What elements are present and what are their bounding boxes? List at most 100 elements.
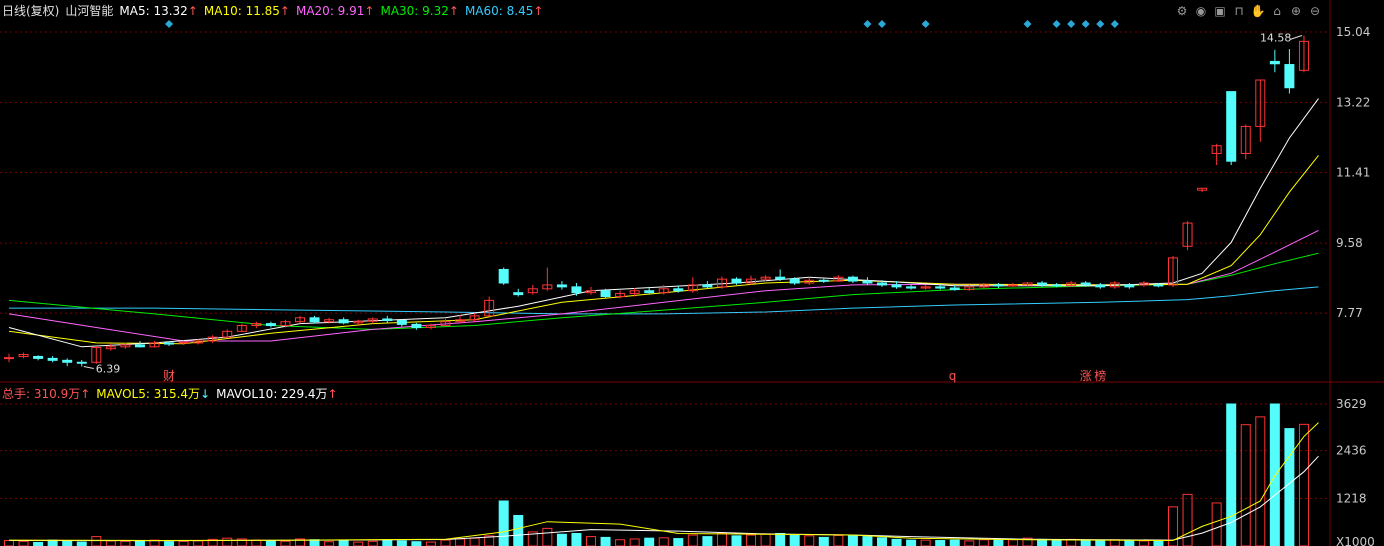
event-label: q xyxy=(949,369,957,383)
volume-bar xyxy=(1051,539,1062,546)
event-diamond-marker xyxy=(863,20,872,28)
volume-bar xyxy=(673,538,684,546)
volume-bar xyxy=(658,537,669,546)
candle-body xyxy=(1095,284,1106,288)
volume-bar xyxy=(935,540,946,546)
ma-legend-arrow: ↑ xyxy=(533,4,544,18)
volume-bar xyxy=(425,541,436,546)
volume-bar xyxy=(702,536,713,546)
volume-bar xyxy=(353,541,364,546)
volume-bar xyxy=(746,534,757,546)
candle-body xyxy=(164,342,175,345)
volume-bar xyxy=(251,539,262,546)
candle-body xyxy=(644,290,655,294)
volume-bar xyxy=(760,533,771,546)
event-diamond-marker xyxy=(1023,20,1032,28)
volume-bar xyxy=(1138,540,1149,546)
event-diamond-marker xyxy=(1110,20,1119,28)
volume-bar xyxy=(1298,423,1309,546)
candle-body xyxy=(891,284,902,288)
candle-body xyxy=(338,319,349,324)
mavol5-line xyxy=(8,422,1319,542)
candle-body xyxy=(556,284,567,288)
volume-tick-label: 3629 xyxy=(1336,397,1367,411)
candle-body xyxy=(877,282,887,286)
volume-bar xyxy=(586,536,596,546)
lock-icon[interactable]: ⌂ xyxy=(1269,3,1285,19)
candle-body xyxy=(993,284,1004,287)
candle-body xyxy=(178,341,189,344)
candle-body xyxy=(775,276,786,280)
box-icon[interactable]: ▣ xyxy=(1212,3,1228,19)
candle-body xyxy=(571,286,582,294)
ma-legend-item: MA5: 13.32↑ xyxy=(119,4,198,18)
grid-layer xyxy=(0,0,1384,546)
volume-bar xyxy=(964,540,975,546)
volume-bar xyxy=(1124,539,1135,546)
ma-legend-item: MA60: 8.45↑ xyxy=(464,4,544,18)
moving-average-layer xyxy=(8,98,1319,348)
candle-body xyxy=(862,280,873,284)
volume-bar xyxy=(1240,424,1251,546)
candle-body xyxy=(33,355,44,359)
ma-legend-item: MA20: 9.91↑ xyxy=(295,4,375,18)
volume-bar xyxy=(949,539,960,546)
volume-bar xyxy=(382,540,393,546)
volume-bar xyxy=(1182,493,1193,546)
candle-body xyxy=(498,268,509,284)
candle-body xyxy=(1284,64,1295,89)
volume-tick-label: 1218 xyxy=(1336,491,1367,505)
candle-body xyxy=(1007,284,1018,287)
ma10-line xyxy=(8,155,1319,345)
gear-icon[interactable]: ⚙ xyxy=(1174,3,1190,19)
eye-icon[interactable]: ◉ xyxy=(1193,3,1209,19)
hand-icon[interactable]: ✋ xyxy=(1250,3,1266,19)
ma-legend-arrow: ↑ xyxy=(187,4,198,18)
volume-bar xyxy=(716,532,727,546)
price-tick-label: 15.04 xyxy=(1336,25,1370,39)
price-tick-label: 13.22 xyxy=(1336,95,1370,109)
candle-body xyxy=(76,361,87,364)
bag-icon[interactable]: ⊓ xyxy=(1231,3,1247,19)
minus-icon[interactable]: ⊖ xyxy=(1307,3,1323,19)
volume-bar xyxy=(513,514,524,546)
volume-bar xyxy=(804,535,815,546)
volume-bar xyxy=(338,540,349,546)
plus-icon[interactable]: ⊕ xyxy=(1288,3,1304,19)
volume-bar xyxy=(411,541,422,546)
price-tick-label: 9.58 xyxy=(1336,236,1363,250)
candle-body xyxy=(949,287,960,291)
event-diamond-marker xyxy=(878,20,886,28)
chart-canvas: 财 q 涨榜 14.58 6.39 15.04 13.22 11.41 9.58 7.77 362… xyxy=(0,0,1384,546)
event-label: 榜 xyxy=(1094,368,1106,383)
event-diamond-marker xyxy=(921,20,930,28)
candle-body xyxy=(702,284,713,288)
low-price-label: 6.39 xyxy=(96,363,121,376)
total-volume: 总手: 310.9万↑ xyxy=(2,387,91,401)
volume-bar xyxy=(324,541,335,546)
volume-bar xyxy=(1080,540,1091,546)
volume-bar xyxy=(542,527,553,546)
candle-body xyxy=(1051,284,1062,287)
candlestick-layer xyxy=(4,35,1309,367)
volume-bar xyxy=(818,536,829,546)
stock-name: 山河智能 xyxy=(65,4,114,18)
volume-bar xyxy=(789,534,800,546)
candle-body xyxy=(1269,60,1280,65)
volume-tick-label: X1000 xyxy=(1336,535,1375,546)
candle-body xyxy=(513,292,524,296)
volume-bar xyxy=(33,541,44,546)
volume-bar xyxy=(498,500,509,546)
volume-bar xyxy=(1226,403,1237,546)
volume-bar xyxy=(629,538,640,546)
volume-bar xyxy=(469,537,480,546)
candle-body xyxy=(265,323,276,327)
volume-bar xyxy=(105,540,116,546)
volume-bar xyxy=(1284,428,1295,546)
low-pointer xyxy=(83,366,94,370)
volume-bar xyxy=(62,540,73,546)
high-pointer xyxy=(1289,35,1303,41)
candle-body xyxy=(1124,284,1135,288)
volume-bar xyxy=(1037,538,1048,546)
volume-bar xyxy=(600,536,611,546)
